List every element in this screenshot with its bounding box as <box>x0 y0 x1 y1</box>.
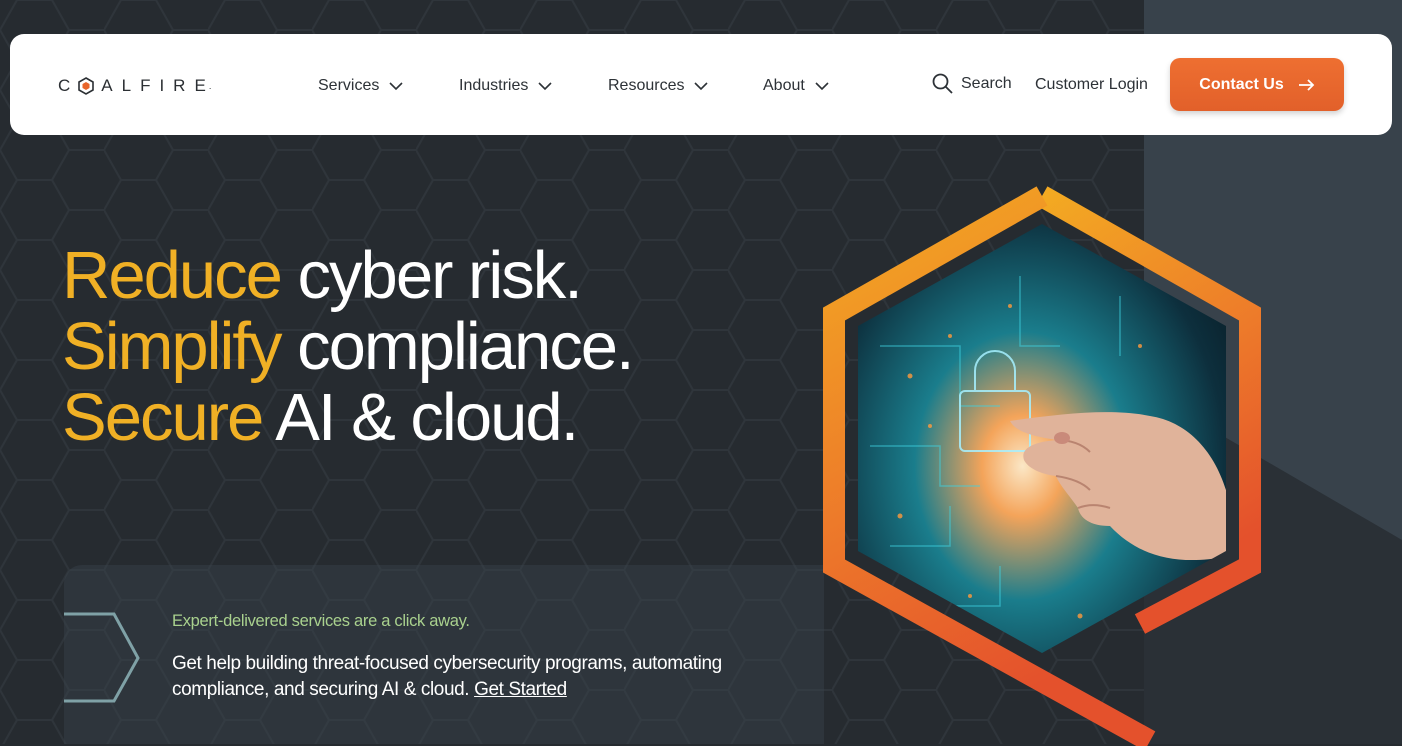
nav-services-label: Services <box>318 77 380 94</box>
nav-services[interactable]: Services <box>318 74 403 98</box>
chevron-down-icon <box>538 81 552 90</box>
nav-about-label: About <box>763 77 805 94</box>
hero-line-2: Simplify compliance. <box>62 309 635 384</box>
hero-line-3: Secure AI & cloud. <box>62 382 633 453</box>
arrow-right-icon <box>1298 78 1314 91</box>
nav-resources[interactable]: Resources <box>608 74 709 98</box>
contact-us-button[interactable]: Contact Us <box>1170 58 1344 111</box>
hero-line-1: Reduce cyber risk. <box>62 240 633 311</box>
hero-line-2-accent: Simplify <box>62 309 283 384</box>
search-label: Search <box>961 74 1012 92</box>
chevron-down-icon <box>694 81 709 90</box>
nav-industries[interactable]: Industries <box>459 74 552 98</box>
card-body-text: Get help building threat-focused cyberse… <box>172 653 722 700</box>
hero-line-1-accent: Reduce <box>62 238 283 313</box>
hero-headline: Reduce cyber risk. Simplify compliance. … <box>62 240 635 453</box>
logo-text-rest: ALFIRE <box>101 76 215 95</box>
hexagon-chevron-icon <box>64 612 140 703</box>
logo-text-c: C <box>58 76 80 95</box>
chevron-down-icon <box>815 81 829 90</box>
hexagon-logo-icon <box>78 77 95 95</box>
hero-line-1-rest: cyber risk. <box>280 238 583 313</box>
search-button[interactable]: Search <box>932 73 1012 94</box>
search-icon <box>932 73 953 94</box>
top-navbar: C ALFIRE . Services Industries Resources… <box>10 34 1392 135</box>
card-body: Get help building threat-focused cyberse… <box>172 651 732 703</box>
hero-line-3-rest: AI & cloud. <box>262 380 579 455</box>
card-subheading: Expert-delivered services are a click aw… <box>172 612 470 630</box>
coalfire-logo[interactable]: C ALFIRE . <box>58 74 211 98</box>
contact-us-label: Contact Us <box>1199 75 1284 93</box>
chevron-down-icon <box>389 81 403 90</box>
get-started-link[interactable]: Get Started <box>474 679 567 700</box>
trademark-mark: . <box>208 81 212 91</box>
hero-line-2-rest: compliance. <box>280 309 635 384</box>
nav-about[interactable]: About <box>763 74 829 98</box>
nav-industries-label: Industries <box>459 77 529 94</box>
hand-touching-digital-lock-image <box>823 186 1261 746</box>
customer-login-link[interactable]: Customer Login <box>1035 76 1148 94</box>
nav-resources-label: Resources <box>608 77 685 94</box>
hero-line-3-accent: Secure <box>62 380 264 455</box>
